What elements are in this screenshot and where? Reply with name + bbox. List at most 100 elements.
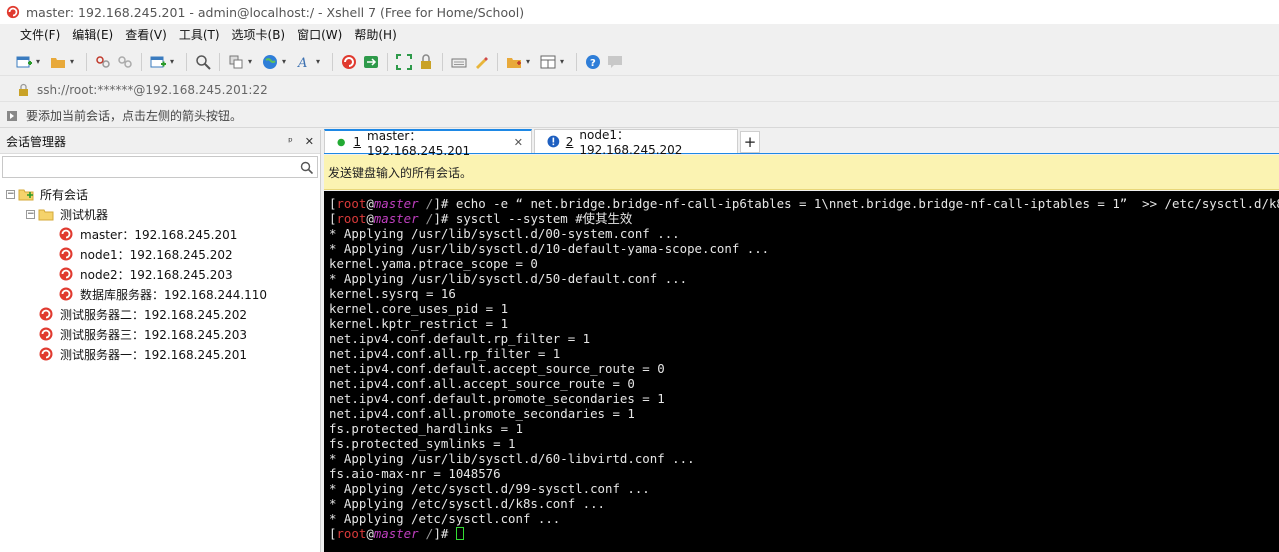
tree-root[interactable]: − 所有会话 [0, 184, 320, 204]
toolbar-separator [86, 52, 87, 71]
tab-node1[interactable]: 2 node1：192.168.245.202 [534, 128, 738, 157]
tab-label: node1：192.168.245.202 [579, 128, 683, 157]
transfer-icon[interactable] [226, 52, 246, 72]
title-bar: master: 192.168.245.201 - admin@localhos… [0, 0, 1279, 24]
terminal-output-line: kernel.core_uses_pid = 1 [329, 301, 509, 316]
session-search-input[interactable] [2, 156, 318, 178]
highlight-icon[interactable] [471, 52, 491, 72]
tree-session-item[interactable]: 测试服务器一：192.168.245.201 [0, 344, 320, 364]
session-icon [58, 226, 74, 242]
toolbar-separator [186, 52, 187, 71]
terminal-output-line: * Applying /usr/lib/sysctl.d/50-default.… [329, 271, 688, 286]
menu-file[interactable]: 文件(F) [14, 25, 66, 45]
chat-icon[interactable] [605, 52, 625, 72]
globe-icon[interactable] [260, 52, 280, 72]
transfer-dropdown-icon[interactable]: ▾ [248, 57, 256, 66]
toolbar-separator [332, 52, 333, 71]
font-icon[interactable]: A [294, 52, 314, 72]
new-tab-icon[interactable] [148, 52, 168, 72]
find-icon[interactable] [193, 52, 213, 72]
tree-folder[interactable]: − 测试机器 [0, 204, 320, 224]
tab-master[interactable]: 1 master：192.168.245.201 ✕ [324, 129, 532, 158]
open-dropdown-icon[interactable]: ▾ [70, 57, 78, 66]
xftp-icon[interactable] [361, 52, 381, 72]
address-bar: ssh://root:******@192.168.245.201:22 [0, 78, 1279, 102]
connected-status-icon [337, 138, 345, 146]
compose-bar[interactable]: 发送键盘输入的所有会话。 [324, 155, 1279, 190]
tree-session-item[interactable]: 测试服务器二：192.168.245.202 [0, 304, 320, 324]
tree-root-label: 所有会话 [40, 187, 89, 202]
terminal-output-line: * Applying /etc/sysctl.conf ... [329, 511, 561, 526]
session-icon [38, 326, 54, 342]
xshell-icon[interactable] [339, 52, 359, 72]
open-folder-icon[interactable] [48, 52, 68, 72]
session-label: node2：192.168.245.203 [80, 267, 233, 282]
layout-icon[interactable] [538, 52, 558, 72]
toolbar-separator [387, 52, 388, 71]
session-icon [58, 286, 74, 302]
new-session-icon[interactable] [14, 52, 34, 72]
add-session-icon[interactable] [504, 52, 524, 72]
terminal-command: sysctl --system #使其生效 [455, 211, 633, 226]
terminal-output-line: kernel.yama.ptrace_scope = 0 [329, 256, 538, 271]
menu-edit[interactable]: 编辑(E) [66, 25, 119, 45]
menu-tabs[interactable]: 选项卡(B) [226, 25, 292, 45]
tab-close-icon[interactable]: ✕ [514, 136, 523, 149]
help-icon[interactable]: ? [583, 52, 603, 72]
globe-dropdown-icon[interactable]: ▾ [282, 57, 290, 66]
layout-dropdown-icon[interactable]: ▾ [560, 57, 568, 66]
bookmark-arrow-icon[interactable] [6, 110, 18, 122]
terminal-cursor [455, 527, 464, 540]
collapse-icon[interactable]: − [26, 209, 35, 219]
menu-tools[interactable]: 工具(T) [173, 25, 226, 45]
menu-view[interactable]: 查看(V) [119, 25, 173, 45]
tree-session-item[interactable]: master：192.168.245.201 [0, 224, 320, 244]
session-tree: − 所有会话 − 测试机器 master：192.168.245.201 nod… [0, 178, 320, 364]
connect-icon[interactable] [93, 52, 113, 72]
disconnect-icon[interactable] [115, 52, 135, 72]
terminal-output-line: * Applying /etc/sysctl.d/k8s.conf ... [329, 496, 606, 511]
session-label: master：192.168.245.201 [80, 227, 238, 242]
prompt-user: root [336, 526, 367, 541]
prompt-path: / [418, 526, 434, 541]
search-icon[interactable] [300, 161, 313, 174]
new-tab-dropdown-icon[interactable]: ▾ [170, 57, 178, 66]
pin-icon[interactable]: ᵖ [288, 135, 293, 148]
prompt-at: @ [366, 526, 374, 541]
terminal-command: echo -e “ net.bridge.bridge-nf-call-ip6t… [455, 196, 1279, 211]
add-tab-button[interactable]: + [740, 131, 760, 153]
compose-text: 发送键盘输入的所有会话。 [328, 165, 473, 180]
xshell-logo-icon [6, 5, 20, 19]
toolbar-separator [219, 52, 220, 71]
window-title: master: 192.168.245.201 - admin@localhos… [26, 4, 525, 20]
tree-session-item[interactable]: node1：192.168.245.202 [0, 244, 320, 264]
prompt-host: master [373, 196, 419, 211]
terminal-output-line: net.ipv4.conf.all.promote_secondaries = … [329, 406, 635, 421]
tree-session-item[interactable]: node2：192.168.245.203 [0, 264, 320, 284]
font-dropdown-icon[interactable]: ▾ [316, 57, 324, 66]
tree-session-item[interactable]: 数据库服务器：192.168.244.110 [0, 284, 320, 304]
terminal[interactable]: [root@master /]# echo -e “ net.bridge.br… [324, 191, 1279, 552]
terminal-output-line: * Applying /usr/lib/sysctl.d/10-default-… [329, 241, 770, 256]
tree-session-item[interactable]: 测试服务器三：192.168.245.203 [0, 324, 320, 344]
prompt-path: / [418, 211, 434, 226]
prompt-user: root [336, 211, 367, 226]
terminal-output-line: fs.aio-max-nr = 1048576 [329, 466, 501, 481]
keyboard-icon[interactable] [449, 52, 469, 72]
collapse-icon[interactable]: − [6, 189, 15, 199]
add-session-dropdown-icon[interactable]: ▾ [526, 57, 534, 66]
terminal-output-line: * Applying /usr/lib/sysctl.d/60-libvirtd… [329, 451, 695, 466]
terminal-output-line: net.ipv4.conf.all.rp_filter = 1 [329, 346, 561, 361]
fullscreen-icon[interactable] [394, 52, 414, 72]
prompt-path: / [418, 196, 434, 211]
prompt-bracket: ]# [433, 526, 456, 541]
address-input[interactable]: ssh://root:******@192.168.245.201:22 [37, 83, 268, 97]
new-session-dropdown-icon[interactable]: ▾ [36, 57, 44, 66]
terminal-output-line: fs.protected_hardlinks = 1 [329, 421, 523, 436]
menu-help[interactable]: 帮助(H) [348, 25, 402, 45]
session-label: 测试服务器三：192.168.245.203 [60, 327, 248, 342]
prompt-bracket: ]# [433, 196, 456, 211]
close-icon[interactable]: ✕ [305, 135, 314, 148]
menu-window[interactable]: 窗口(W) [291, 25, 348, 45]
lock-icon[interactable] [416, 52, 436, 72]
